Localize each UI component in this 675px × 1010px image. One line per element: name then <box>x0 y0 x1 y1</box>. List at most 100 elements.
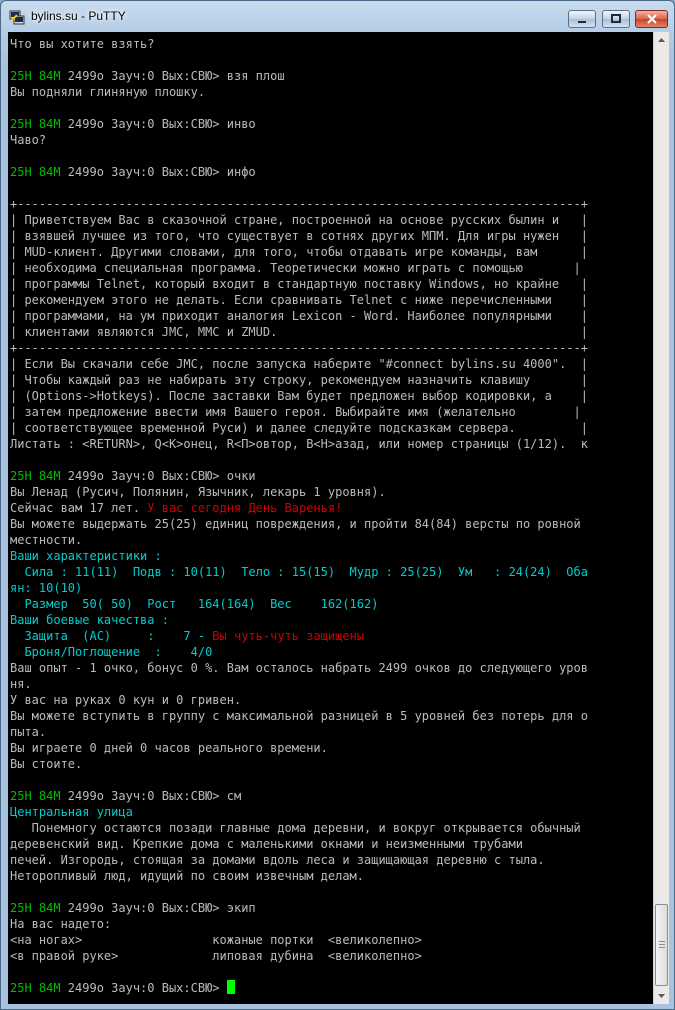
terminal-text: Понемногу остаются позади главные дома д… <box>10 821 581 835</box>
scroll-down-button[interactable] <box>654 988 669 1004</box>
terminal-text: Вы чуть-чуть защищены <box>212 629 365 643</box>
terminal-text: 2499o Зауч:0 Вых:СВЮ> см <box>60 789 242 803</box>
terminal-text: деревенский вид. Крепкие дома с маленьки… <box>10 837 523 851</box>
terminal-line: | рекомендуем этого не делать. Если срав… <box>10 292 588 308</box>
terminal-screen[interactable]: Что вы хотите взять? 25H 84M 2499o Зауч:0… <box>8 32 653 1004</box>
terminal-text: | клиентами являются JMC, MMC и ZMUD. | <box>10 325 588 339</box>
terminal-text: Листать : <RETURN>, Q<K>онец, R<П>овтор,… <box>10 437 588 451</box>
terminal-text: | (Options->Hotkeys). После заставки Вам… <box>10 389 588 403</box>
terminal-text: | взявшей лучшее из того, что существует… <box>10 229 588 243</box>
terminal-line: Центральная улица <box>10 804 588 820</box>
arrow-down-icon <box>658 994 665 998</box>
terminal-line: | (Options->Hotkeys). После заставки Вам… <box>10 388 588 404</box>
terminal-line: 25H 84M 2499o Зауч:0 Вых:СВЮ> взя плош <box>10 68 588 84</box>
terminal-text: 2499o Зауч:0 Вых:СВЮ> экип <box>60 901 256 915</box>
terminal-text: Что вы хотите взять? <box>10 37 155 51</box>
terminal-line: Ваши характеристики : <box>10 548 588 564</box>
terminal-line: У вас на руках 0 кун и 0 гривен. <box>10 692 588 708</box>
terminal-line: ня. <box>10 676 588 692</box>
terminal-text: Защита (AC) : 7 - <box>10 629 213 643</box>
terminal-line: | Приветствуем Вас в сказочной стране, п… <box>10 212 588 228</box>
terminal-line: | MUD-клиент. Другими словами, для того,… <box>10 244 588 260</box>
terminal-line: Вы стоите. <box>10 756 588 772</box>
terminal-text: Сейчас вам 17 лет. <box>10 501 148 515</box>
terminal-line: | Чтобы каждый раз не набирать эту строк… <box>10 372 588 388</box>
terminal-text: 2499o Зауч:0 Вых:СВЮ> взя плош <box>60 69 285 83</box>
terminal-line: Ваш опыт - 1 очко, бонус 0 %. Вам остало… <box>10 660 588 676</box>
terminal-line: 25H 84M 2499o Зауч:0 Вых:СВЮ> экип <box>10 900 588 916</box>
prompt-status: 25H 84M <box>10 117 61 131</box>
terminal-line: | затем предложение ввести имя Вашего ге… <box>10 404 588 420</box>
terminal-line: Вы играете 0 дней 0 часов реального врем… <box>10 740 588 756</box>
title-bar[interactable]: bylins.su - PuTTY <box>1 1 674 32</box>
terminal-text: +---------------------------------------… <box>10 341 588 355</box>
terminal-text: Вы стоите. <box>10 757 83 771</box>
minimize-icon <box>578 21 586 23</box>
minimize-button[interactable] <box>568 10 596 28</box>
prompt-status: 25H 84M <box>10 69 61 83</box>
window-title: bylins.su - PuTTY <box>31 9 126 23</box>
prompt-status: 25H 84M <box>10 901 61 915</box>
terminal-text: местности. <box>10 533 83 547</box>
terminal-line: Ваши боевые качества : <box>10 612 588 628</box>
terminal-line: | соответствующее временной Руси) и дале… <box>10 420 588 436</box>
prompt-status: 25H 84M <box>10 981 61 995</box>
terminal-text: Вы играете 0 дней 0 часов реального врем… <box>10 741 328 755</box>
terminal-line: | клиентами являются JMC, MMC и ZMUD. | <box>10 324 588 340</box>
terminal-text: Ваш опыт - 1 очко, бонус 0 %. Вам остало… <box>10 661 588 675</box>
terminal-text: Вы Ленад (Русич, Полянин, Язычник, лекар… <box>10 485 386 499</box>
terminal-text: | программами, на ум приходит аналогия L… <box>10 309 588 323</box>
scroll-thumb[interactable] <box>655 904 668 986</box>
terminal-line: деревенский вид. Крепкие дома с маленьки… <box>10 836 588 852</box>
terminal-text: <на ногах> кожаные портки <великолепно> <box>10 933 422 947</box>
maximize-button[interactable] <box>602 10 630 28</box>
prompt-status: 25H 84M <box>10 789 61 803</box>
terminal-line: пыта. <box>10 724 588 740</box>
terminal-line: Листать : <RETURN>, Q<K>онец, R<П>овтор,… <box>10 436 588 452</box>
terminal-line: <в правой руке> липовая дубина <великоле… <box>10 948 588 964</box>
terminal-line: Понемногу остаются позади главные дома д… <box>10 820 588 836</box>
terminal-text: Вы можете вступить в группу с максимальн… <box>10 709 588 723</box>
terminal-text: Ваши характеристики : <box>10 549 162 563</box>
vertical-scrollbar[interactable] <box>653 32 669 1004</box>
terminal-line: печей. Изгородь, стоящая за домами вдоль… <box>10 852 588 868</box>
terminal-text: ян: 10(10) <box>10 581 83 595</box>
terminal-text: | Чтобы каждый раз не набирать эту строк… <box>10 373 588 387</box>
terminal-text: Сила : 11(11) Подв : 10(11) Тело : 15(15… <box>10 565 588 579</box>
terminal-text: +---------------------------------------… <box>10 197 588 211</box>
terminal-line: 25H 84M 2499o Зауч:0 Вых:СВЮ> инво <box>10 116 588 132</box>
terminal-text: | затем предложение ввести имя Вашего ге… <box>10 405 581 419</box>
terminal-line: Чаво? <box>10 132 588 148</box>
putty-icon[interactable] <box>9 9 25 25</box>
terminal-line: 25H 84M 2499o Зауч:0 Вых:СВЮ> инфо <box>10 164 588 180</box>
terminal-text: 2499o Зауч:0 Вых:СВЮ> инво <box>60 117 256 131</box>
terminal-text: 2499o Зауч:0 Вых:СВЮ> <box>60 981 227 995</box>
terminal-output: Что вы хотите взять? 25H 84M 2499o Зауч:0… <box>10 36 588 996</box>
terminal-text: | необходима специальная программа. Теор… <box>10 261 581 275</box>
terminal-line: | взявшей лучшее из того, что существует… <box>10 228 588 244</box>
terminal-line: 25H 84M 2499o Зауч:0 Вых:СВЮ> <box>10 980 588 996</box>
prompt-status: 25H 84M <box>10 469 61 483</box>
close-button[interactable] <box>635 10 668 28</box>
terminal-text: Центральная улица <box>10 805 133 819</box>
terminal-line: +---------------------------------------… <box>10 340 588 356</box>
terminal-line: Защита (AC) : 7 - Вы чуть-чуть защищены <box>10 628 588 644</box>
putty-window: bylins.su - PuTTY Что вы хотите взять? 25… <box>0 0 675 1010</box>
terminal-line: | необходима специальная программа. Теор… <box>10 260 588 276</box>
terminal-line: Вы можете выдержать 25(25) единиц повреж… <box>10 516 588 532</box>
terminal-line: Сейчас вам 17 лет. У вас сегодня День Ва… <box>10 500 588 516</box>
terminal-text: | программы Telnet, который входит в ста… <box>10 277 588 291</box>
terminal-text: печей. Изгородь, стоящая за домами вдоль… <box>10 853 545 867</box>
terminal-text: 2499o Зауч:0 Вых:СВЮ> очки <box>60 469 256 483</box>
terminal-line: 25H 84M 2499o Зауч:0 Вых:СВЮ> см <box>10 788 588 804</box>
terminal-text: Вы можете выдержать 25(25) единиц повреж… <box>10 517 581 531</box>
terminal-line: Броня/Поглощение : 4/0 <box>10 644 588 660</box>
terminal-text: | MUD-клиент. Другими словами, для того,… <box>10 245 588 259</box>
terminal-line: Вы можете вступить в группу с максимальн… <box>10 708 588 724</box>
scroll-up-button[interactable] <box>654 32 669 48</box>
